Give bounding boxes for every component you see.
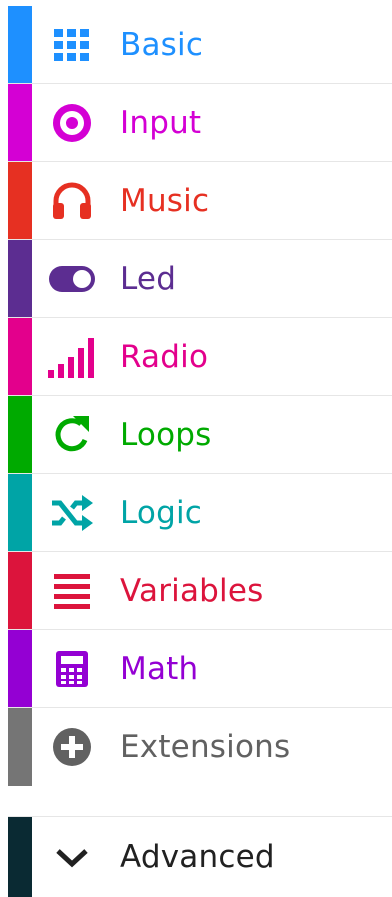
category-input[interactable]: Input <box>8 84 392 162</box>
category-color-stripe <box>8 318 32 395</box>
category-extensions[interactable]: Extensions <box>8 708 392 786</box>
category-label: Extensions <box>120 729 291 765</box>
category-label: Music <box>120 182 210 219</box>
category-color-stripe <box>8 396 32 473</box>
category-label: Led <box>120 260 177 297</box>
toggle-icon <box>48 258 96 300</box>
category-color-stripe <box>8 6 32 83</box>
calculator-icon <box>48 648 96 690</box>
category-color-stripe <box>8 817 32 897</box>
advanced-label: Advanced <box>120 839 275 875</box>
refresh-icon <box>48 414 96 456</box>
category-led[interactable]: Led <box>8 240 392 318</box>
advanced-toggle[interactable]: Advanced <box>8 816 392 897</box>
category-color-stripe <box>8 84 32 161</box>
category-music[interactable]: Music <box>8 162 392 240</box>
category-math[interactable]: Math <box>8 630 392 708</box>
category-loops[interactable]: Loops <box>8 396 392 474</box>
grid-icon <box>48 24 96 66</box>
category-label: Input <box>120 104 202 141</box>
signal-bars-icon <box>48 336 96 378</box>
category-label: Basic <box>120 26 204 63</box>
category-label: Variables <box>120 572 264 609</box>
category-label: Radio <box>120 338 209 375</box>
category-color-stripe <box>8 630 32 707</box>
category-color-stripe <box>8 552 32 629</box>
list-lines-icon <box>48 570 96 612</box>
chevron-down-icon <box>48 837 96 879</box>
category-label: Logic <box>120 494 203 531</box>
category-color-stripe <box>8 162 32 239</box>
category-color-stripe <box>8 240 32 317</box>
toolbox: Basic Input Music Led Radio Loops Logic … <box>8 6 392 786</box>
plus-circle-icon <box>48 726 96 768</box>
headphones-icon <box>48 180 96 222</box>
category-variables[interactable]: Variables <box>8 552 392 630</box>
category-color-stripe <box>8 708 32 786</box>
category-label: Loops <box>120 416 212 453</box>
shuffle-icon <box>48 492 96 534</box>
category-radio[interactable]: Radio <box>8 318 392 396</box>
radio-button-icon <box>48 102 96 144</box>
category-logic[interactable]: Logic <box>8 474 392 552</box>
category-label: Math <box>120 650 199 687</box>
category-color-stripe <box>8 474 32 551</box>
category-basic[interactable]: Basic <box>8 6 392 84</box>
